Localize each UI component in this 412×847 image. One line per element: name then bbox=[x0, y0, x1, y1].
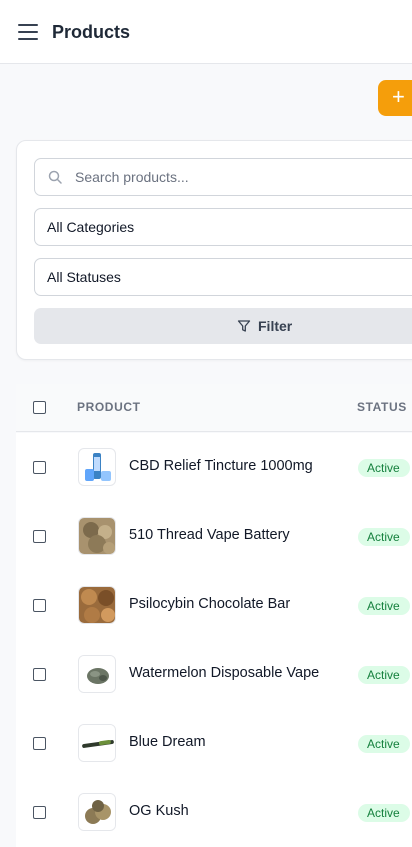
table-row[interactable]: CBD Relief Tincture 1000mg Active bbox=[16, 433, 412, 502]
page-title: Products bbox=[52, 22, 131, 42]
product-thumbnail bbox=[78, 793, 116, 831]
tincture-image-icon bbox=[85, 453, 111, 481]
product-name[interactable]: Watermelon Disposable Vape bbox=[129, 665, 319, 681]
status-badge: Active bbox=[358, 528, 410, 546]
status-badge: Active bbox=[358, 666, 410, 684]
flower-image-icon bbox=[79, 518, 115, 554]
table-row[interactable]: 510 Thread Vape Battery Active bbox=[16, 502, 412, 571]
filter-button[interactable]: Filter bbox=[34, 308, 412, 344]
search-placeholder: Search products... bbox=[75, 169, 189, 185]
table-row[interactable]: Blue Dream Active bbox=[16, 709, 412, 778]
row-checkbox[interactable] bbox=[33, 530, 46, 543]
table-header: PRODUCT STATUS bbox=[16, 384, 412, 432]
product-thumbnail bbox=[78, 586, 116, 624]
product-name[interactable]: 510 Thread Vape Battery bbox=[129, 527, 290, 543]
row-checkbox[interactable] bbox=[33, 599, 46, 612]
vape-image-icon bbox=[79, 656, 115, 692]
menu-icon[interactable] bbox=[17, 22, 39, 42]
flower-image-icon bbox=[79, 794, 115, 830]
row-checkbox[interactable] bbox=[33, 737, 46, 750]
table-row[interactable]: OG Kush Active bbox=[16, 778, 412, 847]
product-thumbnail bbox=[78, 448, 116, 486]
product-thumbnail bbox=[78, 655, 116, 693]
status-select[interactable]: All Statuses bbox=[34, 258, 412, 296]
search-input[interactable]: Search products... bbox=[34, 158, 412, 196]
filter-card: Search products... All Categories All St… bbox=[16, 140, 412, 360]
table-row[interactable]: Psilocybin Chocolate Bar Active bbox=[16, 571, 412, 640]
status-badge: Active bbox=[358, 597, 410, 615]
category-select[interactable]: All Categories bbox=[34, 208, 412, 246]
status-badge: Active bbox=[358, 459, 410, 477]
status-badge: Active bbox=[358, 804, 410, 822]
product-name[interactable]: Psilocybin Chocolate Bar bbox=[129, 596, 290, 612]
column-header-product[interactable]: PRODUCT bbox=[77, 400, 141, 414]
product-name[interactable]: CBD Relief Tincture 1000mg bbox=[129, 458, 313, 474]
column-header-status[interactable]: STATUS bbox=[357, 400, 407, 414]
top-bar: Products bbox=[0, 0, 412, 64]
row-checkbox[interactable] bbox=[33, 461, 46, 474]
product-name[interactable]: Blue Dream bbox=[129, 734, 206, 750]
chocolate-image-icon bbox=[79, 587, 115, 623]
row-checkbox[interactable] bbox=[33, 668, 46, 681]
product-thumbnail bbox=[78, 517, 116, 555]
row-checkbox[interactable] bbox=[33, 806, 46, 819]
add-product-button[interactable]: + bbox=[378, 80, 412, 116]
table-row[interactable]: Watermelon Disposable Vape Active bbox=[16, 640, 412, 709]
pen-image-icon bbox=[79, 725, 115, 761]
select-all-checkbox[interactable] bbox=[33, 401, 46, 414]
product-thumbnail bbox=[78, 724, 116, 762]
filter-button-label: Filter bbox=[258, 318, 293, 334]
product-name[interactable]: OG Kush bbox=[129, 803, 189, 819]
search-icon bbox=[48, 170, 62, 184]
funnel-icon bbox=[237, 320, 251, 332]
status-badge: Active bbox=[358, 735, 410, 753]
